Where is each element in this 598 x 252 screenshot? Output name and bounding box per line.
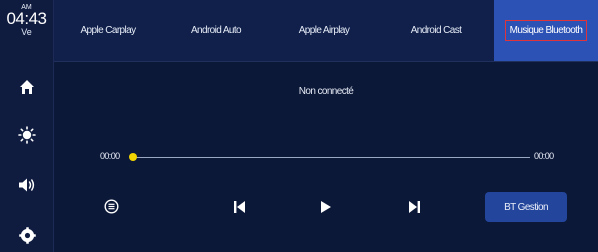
tab-label: Apple Carplay [80, 25, 136, 36]
progress-track[interactable] [132, 157, 530, 158]
settings-icon [18, 226, 36, 244]
connection-status: Non connecté [298, 86, 354, 97]
volume-icon [19, 178, 35, 192]
next-track-button[interactable] [402, 195, 426, 219]
settings-button[interactable] [13, 221, 41, 249]
tab-apple-carplay[interactable]: Apple Carplay [54, 0, 162, 61]
playlist-icon [103, 198, 119, 214]
brightness-button[interactable] [13, 121, 41, 149]
clock-time: 04:43 [6, 9, 47, 28]
total-time: 00:00 [534, 151, 554, 161]
tab-label: Android Auto [190, 25, 242, 36]
home-button[interactable] [13, 73, 41, 101]
tab-label: Musique Bluetooth [504, 20, 588, 41]
volume-button[interactable] [13, 171, 41, 199]
sidebar: AM 04:43 Ve [0, 0, 54, 252]
tab-apple-airplay[interactable]: Apple Airplay [270, 0, 378, 61]
skip-previous-icon [233, 201, 245, 213]
tab-bar: Apple Carplay Android Auto Apple Airplay… [54, 0, 598, 62]
previous-track-button[interactable] [227, 195, 251, 219]
bluetooth-music-panel: Non connecté 00:00 00:00 BT Gestion [54, 62, 598, 252]
playlist-button[interactable] [99, 194, 123, 218]
tab-label: Apple Airplay [298, 25, 350, 36]
brightness-icon [18, 126, 36, 144]
progress-knob[interactable] [129, 153, 137, 161]
clock-day: Ve [21, 27, 32, 37]
home-icon [20, 80, 34, 94]
play-button[interactable] [314, 195, 338, 219]
tab-android-cast[interactable]: Android Cast [378, 0, 494, 61]
tab-musique-bluetooth[interactable]: Musique Bluetooth [494, 0, 598, 61]
skip-next-icon [408, 201, 420, 213]
tab-label: Android Cast [410, 25, 462, 36]
clock: AM 04:43 Ve [0, 0, 53, 38]
tab-android-auto[interactable]: Android Auto [162, 0, 270, 61]
play-icon [321, 201, 331, 213]
elapsed-time: 00:00 [100, 151, 120, 161]
bt-management-button[interactable]: BT Gestion [485, 192, 567, 222]
